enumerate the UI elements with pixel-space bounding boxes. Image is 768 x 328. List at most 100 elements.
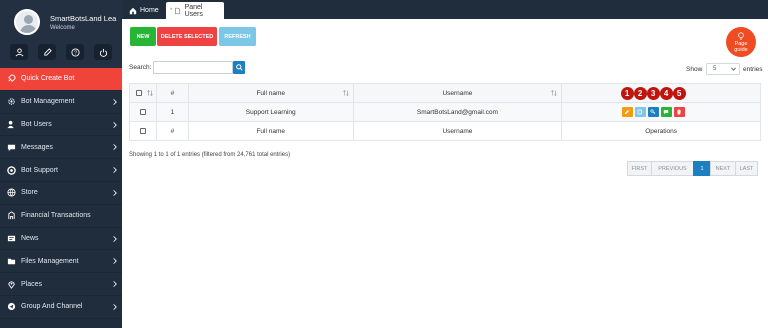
profile-edit-button[interactable]	[38, 44, 56, 60]
edit-button[interactable]: 1	[620, 87, 634, 117]
guide-badge-2: 2	[633, 87, 647, 100]
sort-icon[interactable]	[147, 90, 153, 96]
footer-select-cell	[129, 121, 157, 141]
column-header-full-name[interactable]: Full name	[187, 83, 354, 103]
sidebar-item-messages[interactable]: Messages	[0, 136, 122, 160]
logout-button[interactable]	[94, 44, 112, 60]
profile-users-button[interactable]	[10, 44, 28, 60]
tab-home[interactable]: Home	[124, 2, 164, 19]
sidebar-item-group-and-channel[interactable]: Group And Channel	[0, 296, 122, 319]
profile-name: SmartBotsLand Lea	[50, 14, 117, 23]
sidebar-item-label: Store	[21, 189, 38, 197]
sort-icon	[551, 90, 557, 96]
reset-password-button[interactable]: 3	[646, 87, 660, 117]
pager-previous[interactable]: PREVIOUS	[651, 161, 694, 176]
search-label: Search:	[129, 64, 152, 71]
entries-per-page-select[interactable]: 5	[706, 63, 740, 75]
pager-next[interactable]: NEXT	[710, 161, 736, 176]
new-button[interactable]: NEW	[130, 27, 156, 46]
table-row: 1 Support Learning SmartBotsLand@gmail.c…	[129, 87, 761, 122]
select-all-header	[129, 83, 157, 103]
chevron-right-icon	[113, 235, 117, 242]
select-all-checkbox[interactable]	[135, 89, 142, 96]
column-header-username[interactable]: Username	[352, 83, 563, 103]
trash-icon	[677, 109, 682, 115]
sidebar-item-label: Bot Users	[21, 120, 52, 128]
group-icon	[6, 302, 16, 312]
profile-welcome: Welcome	[50, 25, 75, 31]
footer-number: #	[155, 121, 189, 141]
chevron-right-icon	[113, 121, 117, 128]
chevron-right-icon	[113, 190, 117, 196]
svg-text:?: ?	[74, 50, 77, 56]
sidebar-item-bot-support[interactable]: Bot Support	[0, 159, 122, 182]
footer-select-all-checkbox[interactable]	[139, 127, 146, 134]
sidebar-item-label: News	[21, 234, 39, 242]
sidebar-item-news[interactable]: News	[0, 228, 122, 251]
copy-button[interactable]: 2	[633, 87, 647, 117]
sidebar-item-label: Bot Support	[21, 166, 58, 174]
sidebar-item-places[interactable]: Places	[0, 273, 122, 296]
pin-tab-icon: *	[170, 7, 173, 14]
pager-page-1[interactable]: 1	[693, 161, 711, 176]
sidebar-item-label: Files Management	[21, 257, 79, 265]
row-checkbox[interactable]	[139, 108, 146, 115]
search-input[interactable]	[153, 61, 233, 74]
column-header-full-name-label: Full name	[256, 89, 285, 97]
refresh-button[interactable]: REFRESH	[219, 27, 256, 46]
sidebar-menu: Quick Create Bot Bot Management Bot User…	[0, 68, 122, 319]
store-icon	[6, 188, 16, 198]
delete-selected-button[interactable]: DELETE SELECTED	[157, 27, 217, 46]
footer-operations: Operations	[561, 121, 761, 141]
pager-last[interactable]: LAST	[735, 161, 758, 176]
profile-help-button[interactable]: ?	[66, 44, 84, 60]
sidebar-item-label: Places	[21, 280, 43, 288]
column-header-username-label: Username	[442, 89, 473, 97]
tab-panel-users[interactable]: * Panel Users	[166, 2, 224, 19]
power-icon	[99, 48, 107, 57]
top-tab-bar: Home * Panel Users	[122, 0, 768, 19]
key-icon	[650, 109, 656, 115]
sidebar-item-bot-users[interactable]: Bot Users	[0, 114, 122, 137]
sidebar-item-label: Group And Channel	[21, 303, 83, 311]
table-footer-row: # Full name Username Operations	[129, 121, 761, 141]
sidebar-item-financial-transactions[interactable]: Financial Transactions	[0, 205, 122, 228]
tab-panel-users-label: Panel Users	[184, 3, 203, 18]
chevron-right-icon	[113, 98, 117, 105]
show-label: Show	[686, 66, 703, 73]
users-icon	[6, 119, 16, 129]
lightbulb-icon	[738, 32, 744, 40]
profile-panel: SmartBotsLand Lea Welcome ?	[0, 0, 122, 68]
row-operations: 1 2 3 4 5	[561, 87, 761, 122]
sidebar-item-label: Bot Management	[21, 98, 75, 106]
footer-full-name: Full name	[187, 121, 354, 141]
send-message-button[interactable]: 4	[659, 87, 673, 117]
sidebar-item-label: Quick Create Bot	[21, 75, 75, 83]
pager-first[interactable]: FIRST	[627, 161, 652, 176]
column-header-number[interactable]: #	[155, 83, 189, 103]
message-icon	[663, 110, 669, 115]
sidebar-item-store[interactable]: Store	[0, 182, 122, 205]
news-icon	[6, 233, 16, 243]
edit-icon	[43, 47, 52, 56]
copy-icon	[637, 109, 642, 115]
gear-icon	[6, 97, 16, 107]
entries-label: entries	[743, 66, 763, 73]
guide-badge-3: 3	[646, 87, 660, 100]
sidebar-item-bot-management[interactable]: Bot Management	[0, 91, 122, 114]
chevron-right-icon	[113, 304, 117, 310]
chevron-right-icon	[113, 281, 117, 288]
row-number: 1	[155, 102, 189, 122]
help-icon: ?	[70, 47, 80, 56]
row-full-name: Support Learning	[187, 102, 354, 122]
search-button[interactable]	[233, 61, 245, 74]
table-info: Showing 1 to 1 of 1 entries (filtered fr…	[129, 152, 291, 158]
sidebar-item-quick-create-bot[interactable]: Quick Create Bot	[0, 68, 122, 91]
delete-button[interactable]: 5	[672, 87, 686, 117]
page-guide-line2: guide	[734, 47, 748, 53]
page-guide-button[interactable]: Page guide	[726, 27, 756, 57]
home-icon	[129, 7, 137, 14]
chevron-right-icon	[113, 167, 117, 174]
sidebar-item-files-management[interactable]: Files Management	[0, 250, 122, 274]
main-content: NEW DELETE SELECTED REFRESH Page guide S…	[122, 19, 768, 328]
